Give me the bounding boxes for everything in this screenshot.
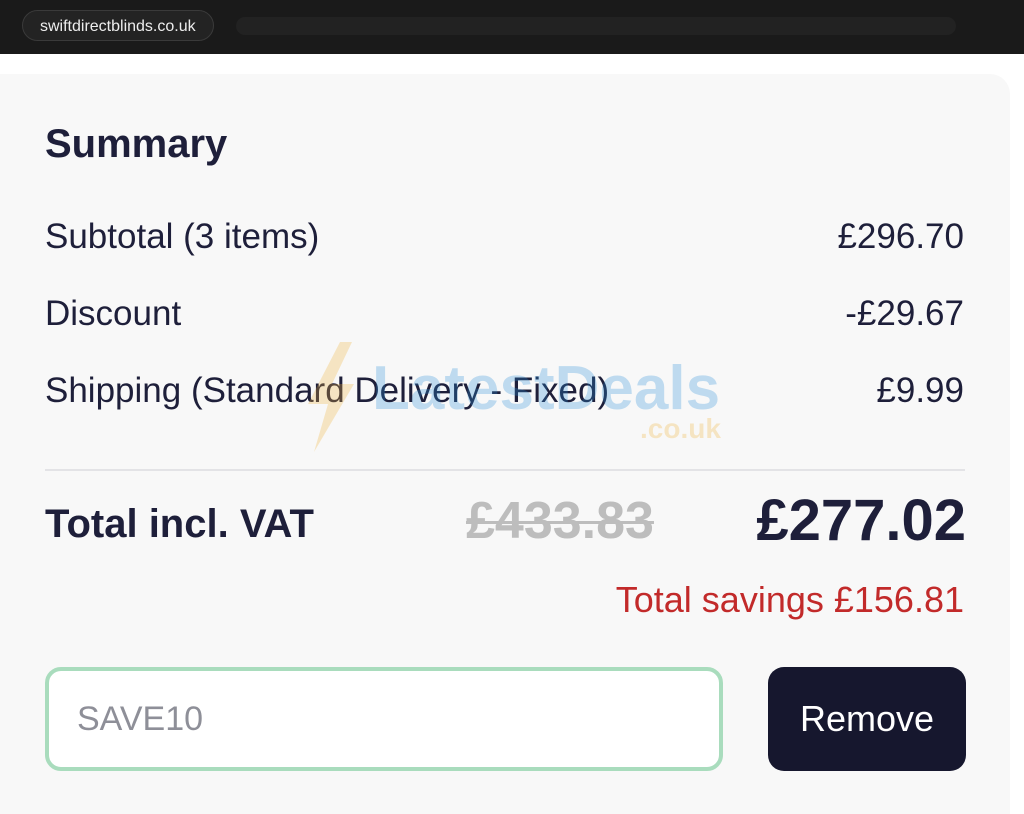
url-bar-track xyxy=(236,17,956,35)
total-label: Total incl. VAT xyxy=(45,502,314,546)
discounted-total-price: £277.02 xyxy=(756,488,966,553)
promo-code-input[interactable] xyxy=(45,667,723,771)
shipping-value: £9.99 xyxy=(876,371,964,410)
discount-label: Discount xyxy=(45,294,182,333)
url-bar[interactable]: swiftdirectblinds.co.uk xyxy=(22,10,214,41)
summary-divider xyxy=(45,469,965,471)
browser-top-bar: swiftdirectblinds.co.uk xyxy=(0,0,1024,54)
shipping-label: Shipping (Standard Delivery - Fixed) xyxy=(45,371,610,410)
original-total-price: £433.83 xyxy=(466,492,654,550)
discount-value: -£29.67 xyxy=(845,294,964,333)
total-savings: Total savings £156.81 xyxy=(615,579,964,620)
summary-title: Summary xyxy=(45,122,228,166)
remove-promo-button[interactable]: Remove xyxy=(768,667,966,771)
subtotal-value: £296.70 xyxy=(837,217,964,256)
subtotal-label: Subtotal (3 items) xyxy=(45,217,320,256)
